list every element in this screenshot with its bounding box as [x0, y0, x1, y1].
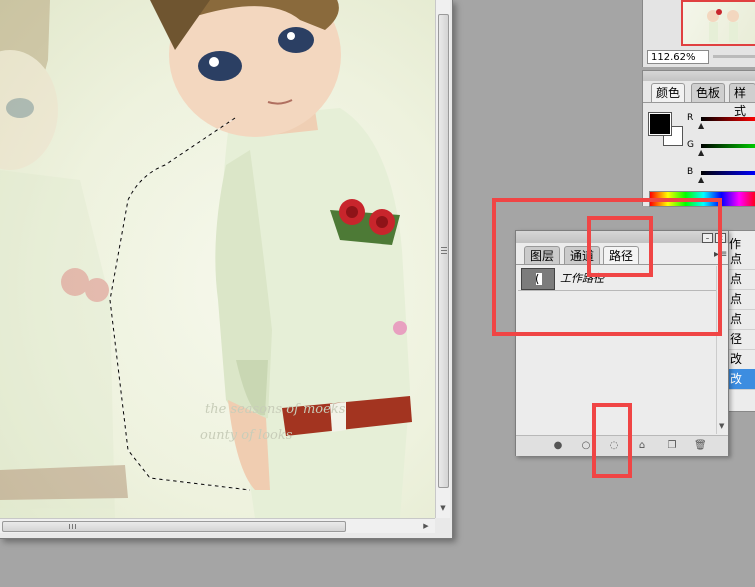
image-canvas[interactable]: the seasons of moeks ounty of looks: [0, 0, 435, 518]
green-slider-icon[interactable]: ▲: [698, 148, 704, 157]
red-ramp[interactable]: [701, 117, 755, 121]
highlight-box-paths-tab: [587, 216, 653, 277]
history-item[interactable]: 点: [727, 309, 755, 330]
grip-line: [441, 247, 447, 248]
highlight-box-load-selection-button: [592, 403, 632, 478]
history-item[interactable]: 点: [727, 249, 755, 270]
history-panel: 作 点 点 点 点 径 改 改: [726, 230, 755, 412]
navigator-preview[interactable]: [681, 0, 755, 46]
grip-line: [75, 524, 76, 529]
color-panel-titlebar: [643, 71, 755, 81]
tab-styles[interactable]: 样式: [729, 83, 755, 118]
horizontal-scrollbar[interactable]: ▶: [0, 518, 435, 533]
tab-swatches[interactable]: 色板: [691, 83, 726, 102]
red-slider-icon[interactable]: ▲: [698, 121, 704, 130]
grip-line: [72, 524, 73, 529]
history-item[interactable]: 点: [727, 269, 755, 290]
horizontal-scroll-thumb[interactable]: [2, 521, 346, 532]
history-item[interactable]: 改: [727, 349, 755, 370]
green-ramp[interactable]: [701, 144, 755, 148]
zoom-slider[interactable]: [713, 55, 755, 58]
grip-line: [441, 253, 447, 254]
history-item-selected[interactable]: 改: [727, 369, 755, 390]
watermark-line-1: the seasons of moeks: [205, 402, 346, 417]
channel-label-r: R: [687, 113, 694, 123]
delete-path-icon[interactable]: 🗑: [694, 440, 707, 452]
blue-slider-icon[interactable]: ▲: [698, 175, 704, 184]
history-item[interactable]: 点: [727, 289, 755, 310]
tab-divider: [643, 102, 755, 103]
stroke-path-icon[interactable]: ○: [580, 440, 592, 452]
make-work-path-icon[interactable]: ⌂: [636, 440, 648, 452]
fill-path-icon[interactable]: ●: [552, 440, 564, 452]
tab-color[interactable]: 颜色: [651, 83, 686, 102]
document-window: the seasons of moeks ounty of looks ▼ ▶: [0, 0, 453, 539]
new-path-icon[interactable]: ❐: [666, 440, 678, 452]
vertical-scrollbar[interactable]: ▼: [435, 0, 450, 518]
scroll-right-arrow-icon[interactable]: ▶: [420, 520, 432, 532]
watermark-line-2: ounty of looks: [200, 428, 293, 443]
channel-label-g: G: [687, 140, 694, 150]
color-panel: 颜色 色板 样式 R ▲ G ▲ B ▲: [642, 70, 755, 207]
blue-ramp[interactable]: [701, 171, 755, 175]
navigator-preview-image: [707, 9, 739, 42]
navigator-panel: 112.62%: [642, 0, 755, 67]
vertical-scroll-thumb[interactable]: [438, 14, 449, 488]
grip-line: [69, 524, 70, 529]
channel-label-b: B: [687, 167, 694, 177]
grip-line: [441, 250, 447, 251]
scroll-down-arrow-icon[interactable]: ▼: [437, 502, 449, 514]
zoom-level-field[interactable]: 112.62%: [647, 50, 709, 64]
history-item[interactable]: 径: [727, 329, 755, 350]
foreground-color-swatch[interactable]: [648, 112, 672, 136]
scroll-down-arrow-icon[interactable]: ▼: [719, 422, 724, 430]
